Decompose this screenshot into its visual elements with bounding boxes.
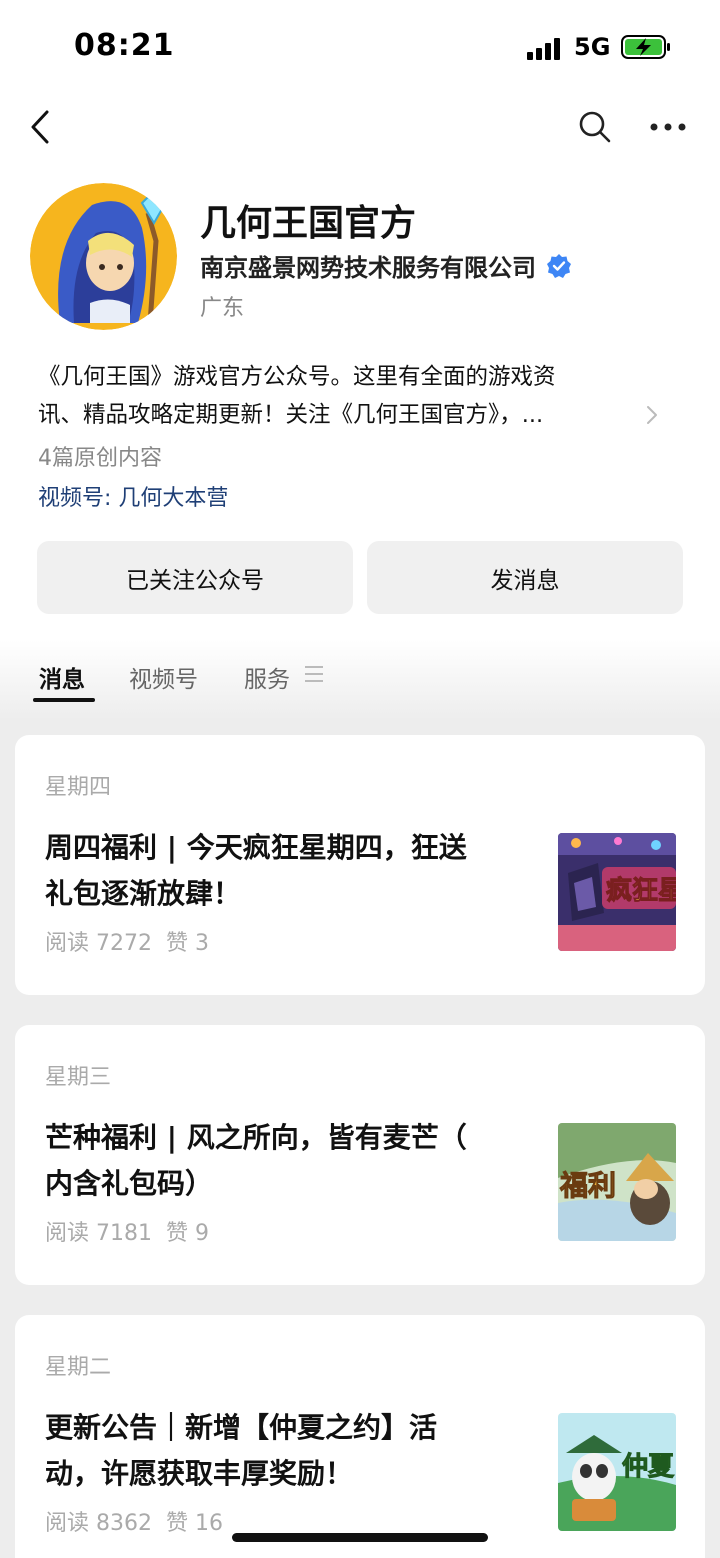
article-stats: 阅读 8362 赞 16 — [45, 1505, 223, 1537]
like-count: 赞 3 — [165, 931, 209, 956]
wizard-avatar-icon — [30, 183, 177, 330]
company-label: 南京盛景网势技术服务有限公司 — [200, 254, 536, 282]
article-day: 星期二 — [45, 1355, 112, 1380]
status-time: 08:21 — [74, 28, 175, 63]
description-line: 讯、精品攻略定期更新！关注《几何王国官方》，... — [38, 402, 544, 428]
read-count: 阅读 8362 — [45, 1511, 152, 1536]
follow-button[interactable]: 已关注公众号 — [37, 541, 353, 614]
description-line: 《几何王国》游戏官方公众号。这里有全面的游戏资 — [38, 364, 556, 390]
battery-icon — [621, 35, 670, 59]
chevron-right-icon — [647, 406, 657, 424]
more-dots-icon — [650, 123, 686, 131]
article-title-line: 芒种福利 | 风之所向，皆有麦芒（ — [45, 1121, 467, 1154]
thumbnail-image: 疯狂星 — [558, 833, 676, 951]
article-thumbnail: 疯狂星 — [558, 833, 676, 951]
account-name: 几何王国官方 — [200, 203, 417, 244]
article-thumbnail: 仲夏 — [558, 1413, 676, 1531]
article-title: 周四福利 | 今天疯狂星期四，狂送 礼包逐渐放肆！ — [45, 825, 525, 917]
article-day: 星期三 — [45, 1065, 112, 1090]
article-title: 更新公告｜新增【仲夏之约】活 动，许愿获取丰厚奖励！ — [45, 1405, 525, 1497]
thumbnail-text: 福利 — [559, 1169, 616, 1202]
article-stats: 阅读 7181 赞 9 — [45, 1215, 209, 1247]
thumbnail-image: 福利 — [558, 1123, 676, 1241]
article-title: 芒种福利 | 风之所向，皆有麦芒（ 内含礼包码） — [45, 1115, 525, 1207]
article-title-line: 动，许愿获取丰厚奖励！ — [45, 1457, 354, 1490]
thumbnail-text: 疯狂星 — [606, 875, 676, 906]
tab-channels[interactable]: 视频号 — [129, 660, 198, 694]
like-count: 赞 16 — [165, 1511, 223, 1536]
tab-messages[interactable]: 消息 — [39, 660, 85, 694]
read-count: 阅读 7272 — [45, 931, 152, 956]
article-thumbnail: 福利 — [558, 1123, 676, 1241]
read-count: 阅读 7181 — [45, 1221, 152, 1246]
article-stats: 阅读 7272 赞 3 — [45, 925, 209, 957]
chevron-left-icon — [31, 110, 49, 144]
menu-icon — [305, 666, 323, 682]
thumbnail-text: 仲夏 — [622, 1452, 675, 1482]
article-title-line: 更新公告｜新增【仲夏之约】活 — [45, 1411, 438, 1444]
original-count[interactable]: 4篇原创内容 — [38, 440, 162, 472]
article-card[interactable]: 星期二 更新公告｜新增【仲夏之约】活 动，许愿获取丰厚奖励！ 阅读 8362 赞 … — [15, 1315, 705, 1558]
network-label: 5G — [574, 33, 611, 61]
home-indicator — [232, 1533, 488, 1542]
send-message-button[interactable]: 发消息 — [367, 541, 683, 614]
region-label: 广东 — [200, 296, 245, 321]
company-name[interactable]: 南京盛景网势技术服务有限公司 — [200, 248, 572, 283]
article-title-line: 周四福利 | 今天疯狂星期四，狂送 — [45, 831, 467, 864]
article-title-line: 礼包逐渐放肆！ — [45, 877, 242, 910]
article-title-line: 内含礼包码） — [45, 1167, 214, 1200]
article-card[interactable]: 星期四 周四福利 | 今天疯狂星期四，狂送 礼包逐渐放肆！ 阅读 7272 赞 3… — [15, 735, 705, 995]
like-count: 赞 9 — [165, 1221, 209, 1246]
more-button[interactable] — [644, 103, 692, 151]
channels-link[interactable]: 视频号: 几何大本营 — [38, 480, 228, 512]
verified-badge-icon — [547, 253, 571, 278]
account-description[interactable]: 《几何王国》游戏官方公众号。这里有全面的游戏资 讯、精品攻略定期更新！关注《几何… — [38, 358, 650, 434]
thumbnail-image: 仲夏 — [558, 1413, 676, 1531]
avatar[interactable] — [30, 183, 177, 330]
tab-indicator — [33, 698, 95, 702]
article-day: 星期四 — [45, 775, 112, 800]
back-button[interactable] — [16, 103, 64, 151]
search-icon — [579, 111, 611, 143]
tab-services[interactable]: 服务 — [244, 660, 290, 694]
article-card[interactable]: 星期三 芒种福利 | 风之所向，皆有麦芒（ 内含礼包码） 阅读 7181 赞 9 … — [15, 1025, 705, 1285]
signal-icon — [527, 38, 563, 60]
search-button[interactable] — [571, 103, 619, 151]
